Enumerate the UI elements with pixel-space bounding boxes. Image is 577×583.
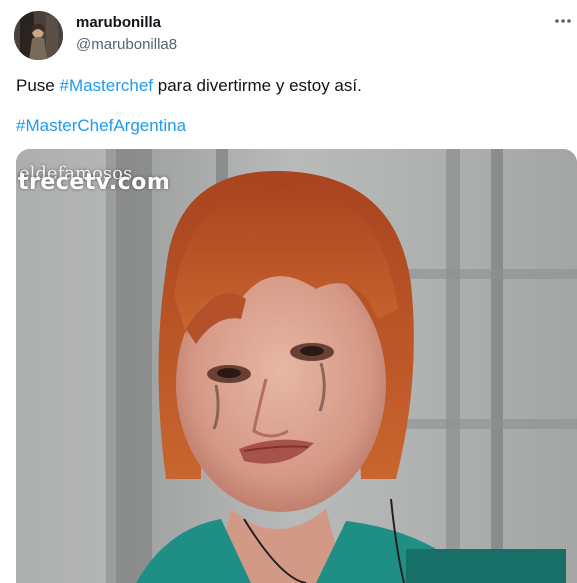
crying-woman-photo	[16, 149, 577, 583]
tweet-text: Puse #Masterchef para divertirme y estoy…	[16, 75, 362, 97]
tweet-hashtag-line: #MasterChefArgentina	[16, 115, 186, 137]
tweet-text-suffix: para divertirme y estoy así.	[153, 76, 362, 95]
user-handle[interactable]: @marubonilla8	[76, 36, 177, 53]
tweet-text-prefix: Puse	[16, 76, 60, 95]
watermark-trecetv: trecetv.com	[18, 170, 171, 195]
display-name[interactable]: marubonilla	[76, 14, 161, 31]
more-options-icon[interactable]	[550, 12, 576, 30]
hashtag-masterchefargentina[interactable]: #MasterChefArgentina	[16, 116, 186, 135]
tweet-media-image[interactable]: eldefamosos trecetv.com	[16, 149, 577, 583]
avatar[interactable]	[14, 11, 63, 60]
hashtag-masterchef[interactable]: #Masterchef	[59, 76, 153, 95]
